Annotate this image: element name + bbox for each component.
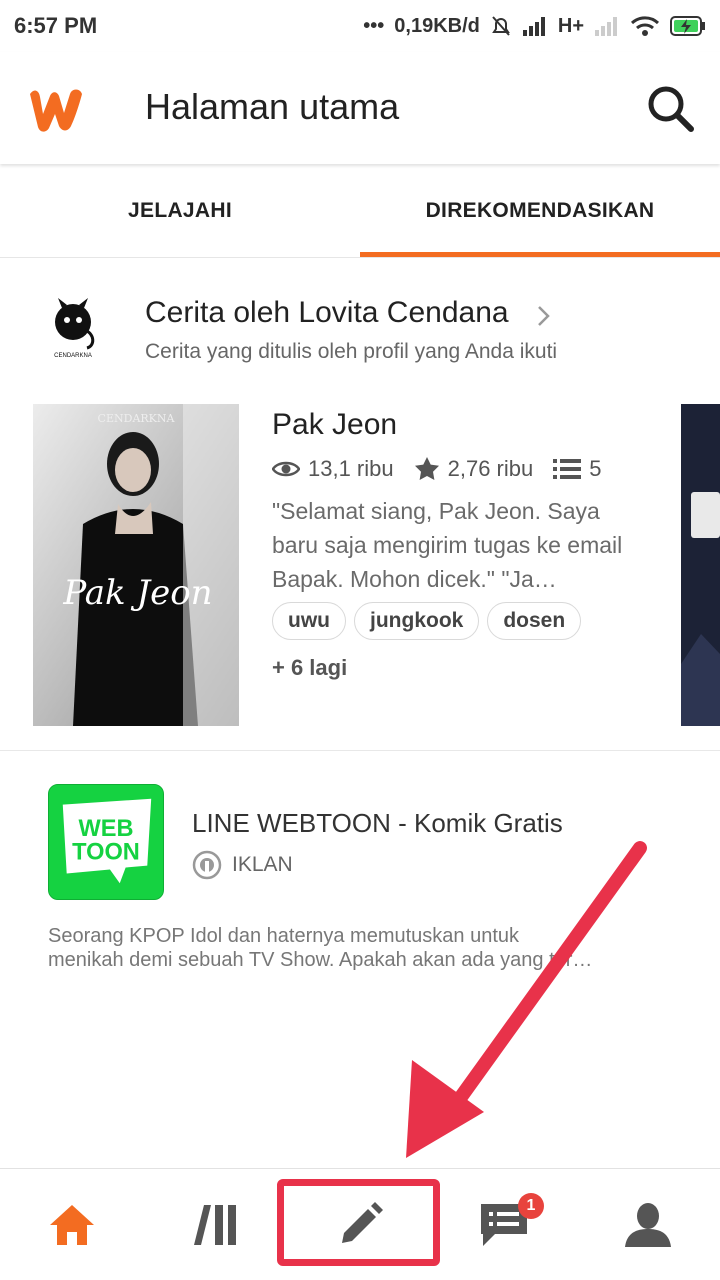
status-bar: 6:57 PM ••• 0,19KB/d H+: [0, 0, 720, 52]
ad-badge-icon: [192, 850, 222, 880]
nav-notifications[interactable]: [432, 1169, 576, 1280]
star-icon: [414, 457, 439, 480]
mute-bell-icon: [492, 16, 510, 36]
status-time: 6:57 PM: [14, 13, 98, 38]
notification-badge: 1: [518, 1193, 544, 1219]
divider: [0, 750, 720, 751]
signal-icon: [522, 17, 545, 36]
battery-charging-icon: [670, 16, 705, 36]
tag-list: uwu jungkook dosen: [272, 602, 582, 640]
tag-chip[interactable]: dosen: [487, 602, 582, 640]
wifi-icon: [630, 16, 660, 36]
section-title[interactable]: Cerita oleh Lovita Cendana: [145, 296, 509, 330]
ad-icon-line1: WEB: [78, 815, 133, 841]
network-type: H+: [557, 14, 584, 37]
author-avatar[interactable]: CENDARKNA: [40, 294, 106, 360]
story-description: "Selamat siang, Pak Jeon. Saya baru saja…: [272, 498, 623, 592]
page-title: Halaman utama: [145, 86, 400, 127]
nav-library[interactable]: [144, 1169, 288, 1280]
ad-label: IKLAN: [192, 850, 293, 880]
data-rate: 0,19KB/d: [394, 14, 480, 37]
ad-desc-line2: menikah demi sebuah TV Show. Apakah akan…: [48, 949, 593, 971]
tab-direkomendasikan[interactable]: DIREKOMENDASIKAN: [360, 164, 720, 257]
eye-icon: [272, 461, 300, 477]
nav-profile[interactable]: [576, 1169, 720, 1280]
section-header[interactable]: CENDARKNA Cerita oleh Lovita Cendana Cer…: [0, 280, 720, 380]
story-title[interactable]: Pak Jeon: [272, 408, 397, 442]
home-icon: [50, 1205, 94, 1245]
next-story-cover[interactable]: [681, 404, 720, 726]
ad-title[interactable]: LINE WEBTOON - Komik Gratis: [192, 808, 563, 839]
ad-description: Seorang KPOP Idol dan haternya memutuska…: [48, 924, 648, 972]
tab-jelajahi[interactable]: JELAJAHI: [0, 164, 360, 257]
story-cover[interactable]: CENDARKNA Pak Jeon: [33, 404, 239, 726]
story-votes: 2,76 ribu: [447, 456, 534, 481]
webtoon-app-icon[interactable]: WEB TOON: [48, 784, 164, 900]
tag-chip[interactable]: uwu: [272, 602, 346, 640]
ad-desc-line1: Seorang KPOP Idol dan haternya memutuska…: [48, 925, 520, 947]
library-icon: [194, 1205, 236, 1245]
story-reads: 13,1 ribu: [308, 456, 394, 481]
ad-label-text: IKLAN: [232, 853, 293, 876]
cover-brand: CENDARKNA: [98, 412, 176, 425]
search-icon[interactable]: [642, 80, 698, 136]
parts-list-icon: [553, 459, 582, 479]
chevron-right-icon[interactable]: [536, 304, 552, 328]
avatar-caption: CENDARKNA: [54, 353, 92, 359]
cover-title: Pak Jeon: [62, 573, 212, 613]
ad-icon-line2: TOON: [72, 839, 140, 865]
signal-weak-icon: [595, 17, 617, 36]
story-stats: 13,1 ribu 2,76 ribu 5: [272, 452, 622, 486]
story-parts: 5: [589, 456, 602, 481]
tag-chip[interactable]: jungkook: [354, 602, 480, 640]
profile-icon: [625, 1203, 671, 1247]
section-subtitle: Cerita yang ditulis oleh profil yang And…: [145, 340, 558, 363]
wattpad-logo-icon: [30, 89, 82, 132]
more-tags[interactable]: + 6 lagi: [272, 655, 347, 681]
highlight-box: [277, 1179, 440, 1266]
more-dots-icon: •••: [363, 14, 385, 37]
app-bar: Halaman utama: [0, 52, 720, 164]
nav-home[interactable]: [0, 1169, 144, 1280]
tab-bar: JELAJAHI DIREKOMENDASIKAN: [0, 164, 720, 258]
